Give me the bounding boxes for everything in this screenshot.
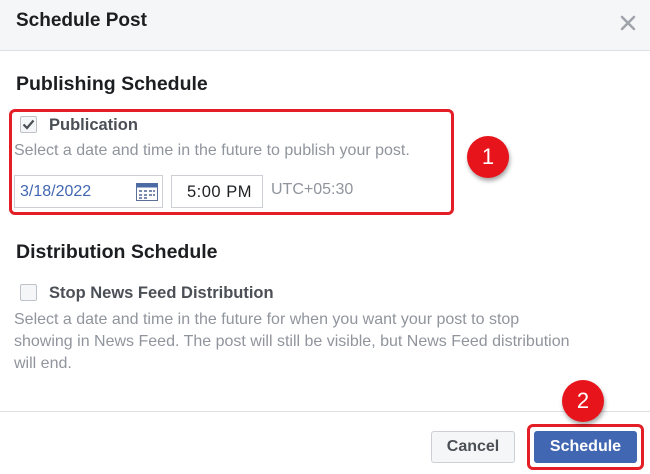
close-icon[interactable] <box>618 13 638 33</box>
schedule-highlight-box <box>527 424 644 470</box>
distribution-helper-line-3: will end. <box>14 355 72 372</box>
step-badge-2: 2 <box>562 380 604 422</box>
distribution-helper-line-2: showing in News Feed. The post will stil… <box>14 333 570 350</box>
step-badge-1: 1 <box>467 136 509 178</box>
publishing-schedule-title: Publishing Schedule <box>16 73 208 95</box>
cancel-button[interactable]: Cancel <box>431 431 515 463</box>
stop-news-feed-checkbox[interactable] <box>20 284 37 301</box>
distribution-helper-line-1: Select a date and time in the future for… <box>14 311 520 328</box>
footer-divider <box>0 411 650 412</box>
distribution-schedule-title: Distribution Schedule <box>16 241 218 263</box>
dialog-header: Schedule Post <box>0 0 650 51</box>
publication-highlight-box <box>9 109 454 215</box>
dialog-title: Schedule Post <box>16 10 147 31</box>
stop-news-feed-label: Stop News Feed Distribution <box>49 284 274 302</box>
